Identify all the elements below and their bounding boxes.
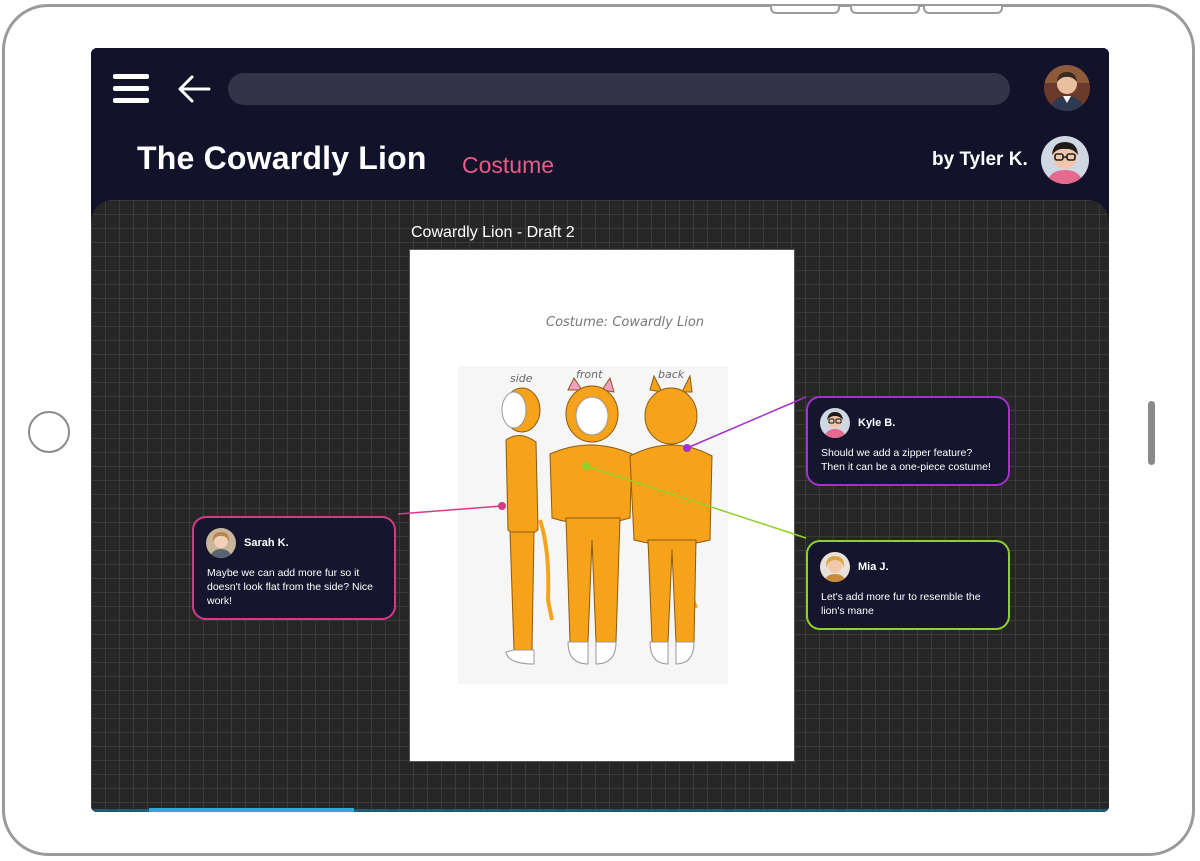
power-button — [923, 6, 1003, 14]
commenter-name: Kyle B. — [858, 417, 896, 429]
comment-card-mia[interactable]: Mia J. Let's add more fur to resemble th… — [806, 540, 1010, 630]
commenter-name: Sarah K. — [244, 537, 289, 549]
comment-text: Should we add a zipper feature? Then it … — [821, 447, 991, 473]
hamburger-icon[interactable] — [113, 73, 149, 105]
page-title: The Cowardly Lion — [137, 140, 427, 176]
author-label: by Tyler K. — [932, 149, 1028, 170]
arrow-left-icon[interactable] — [177, 74, 211, 104]
author-avatar[interactable] — [1041, 136, 1089, 184]
sketch-document[interactable]: Costume: Cowardly Lion side front back — [410, 250, 794, 761]
view-label-back: back — [658, 368, 685, 381]
commenter-avatar — [820, 408, 850, 438]
document-caption: Cowardly Lion - Draft 2 — [411, 224, 575, 241]
user-avatar[interactable] — [1044, 65, 1090, 111]
view-label-front: front — [576, 368, 603, 381]
side-slot — [1148, 401, 1155, 465]
top-bar: The Cowardly Lion Costume by Tyler K. — [91, 48, 1109, 200]
home-button[interactable] — [28, 411, 70, 453]
comment-card-sarah[interactable]: Sarah K. Maybe we can add more fur so it… — [192, 516, 396, 620]
commenter-avatar — [820, 552, 850, 582]
commenter-name: Mia J. — [858, 561, 889, 573]
progress-accent — [149, 808, 354, 812]
view-label-side: side — [510, 372, 533, 385]
volume-button — [850, 6, 920, 14]
design-canvas[interactable]: Cowardly Lion - Draft 2 Costume: Cowardl… — [91, 200, 1109, 812]
costume-sketch: Costume: Cowardly Lion side front back — [458, 315, 728, 684]
comment-card-kyle[interactable]: Kyle B. Should we add a zipper feature? … — [806, 396, 1010, 486]
volume-button — [770, 6, 840, 14]
commenter-avatar — [206, 528, 236, 558]
comment-text: Let's add more fur to resemble the lion'… — [821, 591, 981, 617]
app-screen: The Cowardly Lion Costume by Tyler K. Co… — [91, 48, 1109, 812]
category-label: Costume — [462, 152, 555, 178]
comment-text: Maybe we can add more fur so it doesn't … — [207, 567, 374, 607]
url-input[interactable] — [228, 73, 1010, 105]
sketch-title: Costume: Cowardly Lion — [546, 315, 704, 330]
